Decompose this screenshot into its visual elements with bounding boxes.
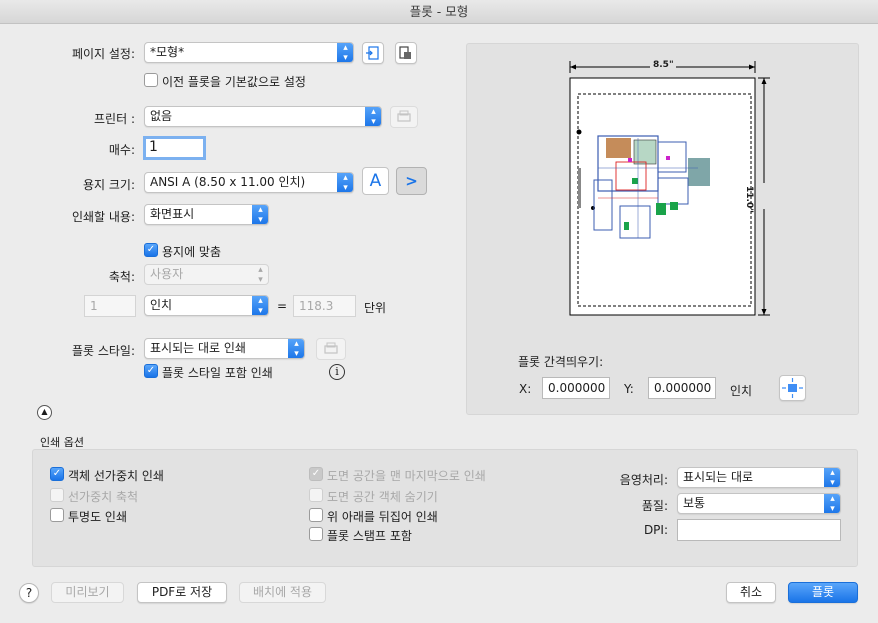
default-checkbox[interactable] xyxy=(144,73,158,87)
transparency-label: 투명도 인쇄 xyxy=(68,510,128,524)
chevron-updown-icon: ▴ ▾ xyxy=(824,468,840,487)
copies-input[interactable]: 1 xyxy=(143,136,206,160)
import-page-setup-button[interactable] xyxy=(362,42,384,64)
offset-y-label: Y: xyxy=(624,382,634,396)
preview-height-dimension: 11.0" xyxy=(744,186,754,213)
paper-size-label: 용지 크기: xyxy=(82,178,135,192)
info-icon[interactable]: i xyxy=(329,364,345,380)
center-icon xyxy=(782,378,803,398)
scale-select[interactable]: 사용자 ▴ ▾ xyxy=(144,264,269,285)
save-page-setup-button[interactable] xyxy=(395,42,417,64)
chevron-updown-icon: ▴ ▾ xyxy=(337,173,353,192)
import-icon xyxy=(366,46,379,60)
cancel-button[interactable]: 취소 xyxy=(726,582,776,603)
equals-label: = xyxy=(277,299,288,313)
chevron-updown-icon: ▴ ▾ xyxy=(824,494,840,513)
plot-area-value: 화면표시 xyxy=(150,207,195,221)
units-label: 단위 xyxy=(364,301,387,315)
scale-lineweights-label: 선가중치 축척 xyxy=(68,490,139,504)
fit-to-paper-label: 용지에 맞춤 xyxy=(162,245,222,259)
portrait-icon[interactable]: A xyxy=(362,167,389,195)
preview-button[interactable]: 미리보기 xyxy=(51,582,124,603)
hide-paperspace-label: 도면 공간 객체 숨기기 xyxy=(327,490,438,504)
plot-area-select[interactable]: 화면표시 ▴ ▾ xyxy=(144,204,269,225)
plot-style-value: 표시되는 대로 인쇄 xyxy=(150,341,246,355)
scale-unit-value: 인치 xyxy=(150,298,173,312)
paper-size-value: ANSI A (8.50 x 11.00 인치) xyxy=(150,175,306,189)
printer-properties-button[interactable] xyxy=(390,106,418,128)
offset-x-label: X: xyxy=(519,382,532,396)
plot-stamp-label: 플롯 스탬프 포함 xyxy=(327,529,412,543)
scale-label: 축척: xyxy=(108,270,135,284)
shade-select[interactable]: 표시되는 대로 ▴ ▾ xyxy=(677,467,841,488)
chevron-updown-icon: ▴ ▾ xyxy=(252,205,268,224)
upside-down-checkbox[interactable] xyxy=(309,508,323,522)
plot-area-label: 인쇄할 내용: xyxy=(71,210,135,224)
lineweights-label: 객체 선가중치 인쇄 xyxy=(68,469,164,483)
paper-size-select[interactable]: ANSI A (8.50 x 11.00 인치) ▴ ▾ xyxy=(144,172,354,193)
printer-icon xyxy=(324,342,338,354)
offset-x-input[interactable]: 0.000000 xyxy=(542,377,610,399)
printer-select[interactable]: 없음 ▴ ▾ xyxy=(144,106,382,127)
quality-value: 보통 xyxy=(683,496,706,510)
printer-value: 없음 xyxy=(150,109,173,123)
printer-icon xyxy=(397,110,411,122)
quality-select[interactable]: 보통 ▴ ▾ xyxy=(677,493,841,514)
chevron-updown-icon: ▴ ▾ xyxy=(288,339,304,358)
chevron-updown-icon: ▴ ▾ xyxy=(258,265,263,285)
print-options-title: 인쇄 옵션 xyxy=(40,436,84,449)
collapse-icon[interactable]: ▲ xyxy=(37,405,52,420)
chevron-updown-icon: ▴ ▾ xyxy=(337,43,353,62)
printer-label: 프린터 : xyxy=(94,112,135,126)
plot-button[interactable]: 플롯 xyxy=(788,582,858,603)
scale-value: 사용자 xyxy=(150,267,184,281)
shade-label: 음영처리: xyxy=(619,473,668,487)
apply-layout-button[interactable]: 배치에 적용 xyxy=(239,582,326,603)
dpi-label: DPI: xyxy=(643,523,668,537)
fit-to-paper-checkbox[interactable]: ✓ xyxy=(144,243,158,257)
chevron-updown-icon: ▴ ▾ xyxy=(252,296,268,315)
offset-unit-label: 인치 xyxy=(730,384,753,398)
plot-style-include-label: 플롯 스타일 포함 인쇄 xyxy=(162,366,273,380)
page-setup-select[interactable]: *모형* ▴ ▾ xyxy=(144,42,354,63)
transparency-checkbox[interactable] xyxy=(50,508,64,522)
hide-paperspace-checkbox[interactable] xyxy=(309,488,323,502)
window-titlebar: 플롯 - 모형 xyxy=(0,0,878,24)
preview-width-dimension: 8.5" xyxy=(653,60,674,70)
landscape-icon[interactable]: > xyxy=(396,167,427,195)
plot-style-label: 플롯 스타일: xyxy=(71,344,135,358)
scale-left-input[interactable]: 1 xyxy=(84,295,136,317)
dpi-input[interactable] xyxy=(677,519,841,541)
default-checkbox-label: 이전 플롯을 기본값으로 설정 xyxy=(162,75,306,89)
save-pdf-button[interactable]: PDF로 저장 xyxy=(137,582,227,603)
scale-right-input[interactable]: 118.3 xyxy=(293,295,356,317)
plot-style-select[interactable]: 표시되는 대로 인쇄 ▴ ▾ xyxy=(144,338,305,359)
lineweights-checkbox[interactable]: ✓ xyxy=(50,467,64,481)
page-setup-label: 페이지 설정: xyxy=(71,47,135,61)
center-plot-button[interactable] xyxy=(779,375,806,401)
help-button[interactable]: ? xyxy=(19,583,39,603)
shade-value: 표시되는 대로 xyxy=(683,470,754,484)
chevron-updown-icon: ▴ ▾ xyxy=(365,107,381,126)
offset-y-input[interactable]: 0.000000 xyxy=(648,377,716,399)
scale-unit-select[interactable]: 인치 ▴ ▾ xyxy=(144,295,269,316)
scale-lineweights-checkbox[interactable] xyxy=(50,488,64,502)
quality-label: 품질: xyxy=(641,499,668,513)
plot-style-edit-button[interactable] xyxy=(316,338,346,360)
window-title: 플롯 - 모형 xyxy=(409,4,469,19)
plot-style-include-checkbox[interactable]: ✓ xyxy=(144,364,158,378)
page-setup-value: *모형* xyxy=(150,45,185,59)
paperspace-last-checkbox[interactable]: ✓ xyxy=(309,467,323,481)
copies-label: 매수: xyxy=(108,143,135,157)
paperspace-last-label: 도면 공간을 맨 마지막으로 인쇄 xyxy=(327,469,486,483)
offset-label: 플롯 간격띄우기: xyxy=(518,355,604,369)
plot-stamp-checkbox[interactable] xyxy=(309,527,323,541)
page-save-icon xyxy=(399,46,411,59)
upside-down-label: 위 아래를 뒤집어 인쇄 xyxy=(327,510,438,524)
